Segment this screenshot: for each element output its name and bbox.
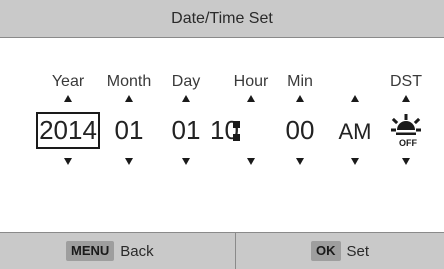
dst-label: DST xyxy=(390,73,422,90)
menu-key-badge: MENU xyxy=(66,241,115,261)
date-time-picker: Year Month Day Hour Min DST 2014 01 01 1… xyxy=(0,38,444,232)
sun-off-icon[interactable]: OFF xyxy=(388,112,424,148)
hour-decrease-arrow-icon[interactable] xyxy=(247,158,255,165)
title-bar: Date/Time Set xyxy=(0,0,444,38)
footer-divider xyxy=(235,233,236,269)
dst-off-text: OFF xyxy=(399,138,417,148)
day-label: Day xyxy=(171,73,201,90)
month-increase-arrow-icon[interactable] xyxy=(125,95,133,102)
year-field[interactable]: 2014 xyxy=(36,112,100,149)
day-decrease-arrow-icon[interactable] xyxy=(182,158,190,165)
time-separator-icon xyxy=(233,121,240,141)
dst-decrease-arrow-icon[interactable] xyxy=(402,158,410,165)
min-decrease-arrow-icon[interactable] xyxy=(296,158,304,165)
set-label: Set xyxy=(346,242,370,260)
ampm-increase-arrow-icon[interactable] xyxy=(351,95,359,102)
ok-key-badge: OK xyxy=(311,241,341,261)
year-label: Year xyxy=(51,73,85,90)
bottom-button-bar: MENU Back OK Set xyxy=(0,232,444,269)
min-field[interactable]: 00 xyxy=(286,112,315,148)
year-decrease-arrow-icon[interactable] xyxy=(64,158,72,165)
back-label: Back xyxy=(120,242,154,260)
year-increase-arrow-icon[interactable] xyxy=(64,95,72,102)
min-increase-arrow-icon[interactable] xyxy=(296,95,304,102)
set-button[interactable]: OK Set xyxy=(311,233,369,269)
day-field[interactable]: 01 xyxy=(172,112,201,148)
dst-increase-arrow-icon[interactable] xyxy=(402,95,410,102)
month-label: Month xyxy=(106,73,152,90)
ampm-field[interactable]: AM xyxy=(339,114,372,150)
month-field[interactable]: 01 xyxy=(115,112,144,148)
day-increase-arrow-icon[interactable] xyxy=(182,95,190,102)
back-button[interactable]: MENU Back xyxy=(66,233,154,269)
month-decrease-arrow-icon[interactable] xyxy=(125,158,133,165)
hour-label: Hour xyxy=(233,73,269,90)
ampm-decrease-arrow-icon[interactable] xyxy=(351,158,359,165)
min-label: Min xyxy=(287,73,313,90)
hour-increase-arrow-icon[interactable] xyxy=(247,95,255,102)
screen-title: Date/Time Set xyxy=(171,10,273,27)
date-time-set-screen: Date/Time Set Year Month Day Hour Min DS… xyxy=(0,0,444,269)
